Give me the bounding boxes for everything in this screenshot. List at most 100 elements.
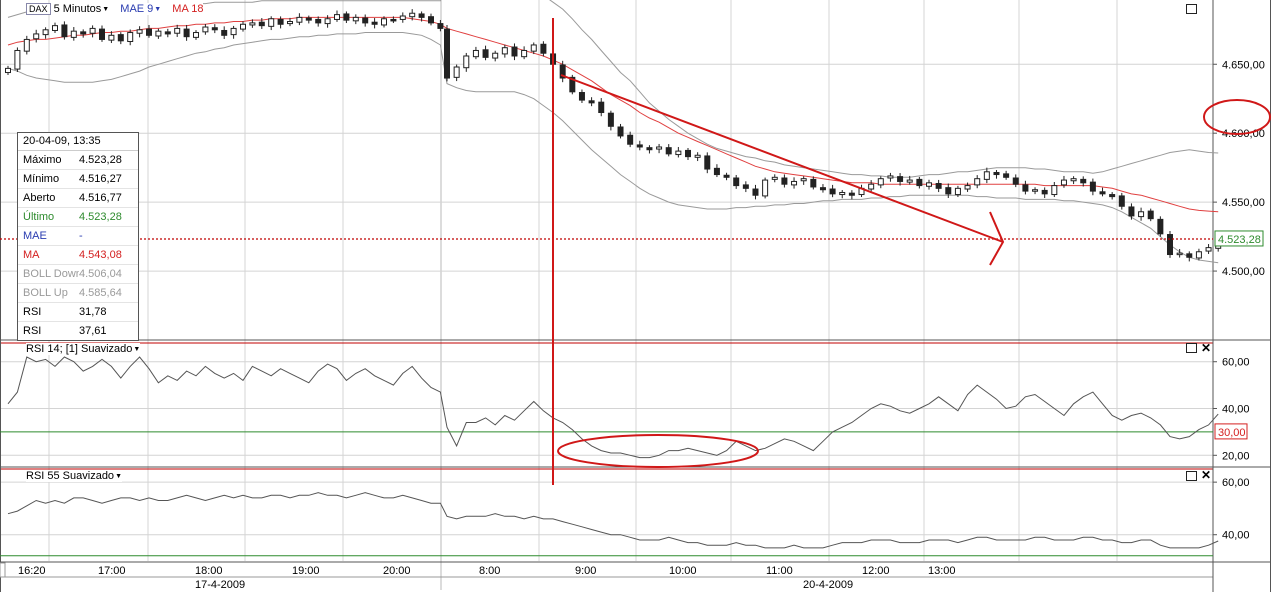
candle [1032, 189, 1039, 192]
candle [5, 67, 11, 74]
candle [61, 24, 68, 38]
info-value: 37,61 [79, 325, 107, 337]
candle [1138, 211, 1145, 218]
maximize-icon[interactable] [1186, 343, 1197, 353]
info-label: MA [23, 249, 40, 261]
info-value: 4.516,27 [79, 173, 122, 185]
info-value: 4.523,28 [79, 154, 122, 166]
mae-indicator-button[interactable]: MAE 9 [120, 3, 153, 15]
candle [371, 21, 378, 25]
ma-indicator-button[interactable]: MA 18 [172, 3, 203, 15]
candle [617, 126, 624, 137]
interval-dropdown[interactable]: 5 Minutos [54, 3, 102, 15]
info-value: 4.523,28 [79, 211, 122, 223]
candle [1167, 234, 1173, 256]
info-row: RSI 37,61 [18, 322, 138, 340]
chevron-down-icon[interactable]: ▼ [154, 6, 161, 13]
candle [183, 28, 190, 38]
candle [14, 49, 21, 70]
candle [636, 144, 643, 148]
info-row: MA 4.543,08 [18, 246, 138, 265]
data-info-box: 20-04-09, 13:35 Máximo 4.523,28 Mínimo 4.51… [17, 132, 139, 341]
candle [1003, 173, 1010, 178]
rsi55-panel-header: RSI 55 Suavizado▼ [26, 470, 122, 482]
last-price-label: 4.523,28 [1218, 234, 1261, 246]
candle [211, 27, 218, 31]
candle [1147, 210, 1154, 220]
time-tick-label: 16:20 [18, 565, 46, 577]
candle [723, 174, 730, 178]
candle [437, 23, 444, 29]
candle [1012, 177, 1019, 185]
candle [829, 188, 836, 195]
time-tick-label: 9:00 [575, 565, 596, 577]
maximize-icon[interactable] [1186, 471, 1197, 481]
candle [202, 26, 209, 33]
candle [1051, 185, 1058, 196]
candle [685, 149, 691, 158]
candle [343, 13, 350, 21]
candle [598, 101, 605, 114]
chevron-down-icon[interactable]: ▼ [115, 473, 122, 480]
candle [52, 25, 58, 31]
info-label: Último [23, 211, 55, 223]
rsi55-title[interactable]: RSI 55 Suavizado [26, 470, 114, 482]
candle [127, 32, 134, 43]
time-tick-label: 10:00 [669, 565, 697, 577]
axis-scroll-stub [0, 562, 6, 578]
candle [839, 191, 846, 196]
maximize-icon[interactable] [1186, 4, 1197, 14]
close-icon[interactable]: ✕ [1201, 342, 1211, 354]
time-tick-label: 19:00 [292, 565, 320, 577]
candle [704, 155, 711, 170]
candle [752, 188, 759, 196]
time-tick-label: 13:00 [928, 565, 956, 577]
candle [249, 22, 256, 26]
info-value: 4.516,77 [79, 192, 122, 204]
chart-stage: 4.500,00 4.550,00 4.600,00 4.650,00 4.523,28… [0, 0, 1271, 592]
candle [334, 14, 340, 20]
candle [964, 185, 971, 190]
candle [530, 44, 537, 52]
rsi55-line [7, 492, 1219, 549]
candle [675, 150, 682, 156]
rsi14-panel-header: RSI 14; [1] Suavizado▼ [26, 343, 141, 355]
candle [926, 182, 932, 187]
chevron-down-icon[interactable]: ▼ [133, 346, 140, 353]
candle [733, 177, 740, 187]
candle [390, 18, 397, 22]
candle [315, 18, 322, 24]
time-tick-label: 20:00 [383, 565, 411, 577]
info-rows: Máximo 4.523,28 Mínimo 4.516,27 Aberto 4.516,… [18, 151, 138, 340]
info-label: BOLL Up [23, 287, 68, 299]
info-datetime: 20-04-09, 13:35 [18, 133, 138, 151]
candle [887, 175, 894, 179]
date-label: 17-4-2009 [195, 579, 245, 591]
candle [80, 31, 87, 35]
candle [521, 49, 528, 58]
chevron-down-icon[interactable]: ▼ [102, 6, 109, 13]
candle [277, 18, 284, 25]
info-value: 31,78 [79, 306, 107, 318]
candle [877, 178, 884, 186]
info-label: Máximo [23, 154, 62, 166]
candle [810, 178, 817, 188]
close-icon[interactable]: ✕ [1201, 469, 1211, 481]
info-label: MAE [23, 230, 47, 242]
rsi14-title[interactable]: RSI 14; [1] Suavizado [26, 343, 132, 355]
instrument-label[interactable]: DAX [26, 3, 51, 15]
info-value: - [79, 230, 83, 242]
info-row: Último 4.523,28 [18, 208, 138, 227]
candle [646, 147, 653, 151]
candle [1186, 253, 1193, 258]
candle [1060, 179, 1067, 186]
candle [136, 29, 143, 34]
info-row: MAE - [18, 227, 138, 246]
candle [296, 16, 303, 23]
time-tick-label: 18:00 [195, 565, 223, 577]
candle [868, 183, 875, 190]
candle [174, 27, 181, 34]
rsi55-tick-label: 60,00 [1222, 477, 1250, 489]
rsi14-tick-label: 60,00 [1222, 357, 1250, 369]
info-label: Mínimo [23, 173, 60, 185]
